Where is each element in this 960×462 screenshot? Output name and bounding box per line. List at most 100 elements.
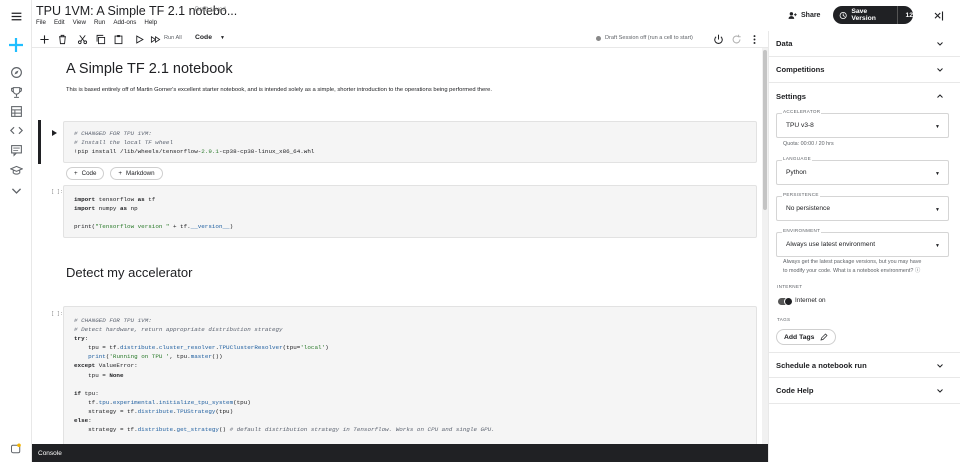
pencil-icon xyxy=(820,333,828,341)
add-code-label: Code xyxy=(81,170,97,177)
notifications-icon[interactable] xyxy=(10,442,22,454)
menu-edit[interactable]: Edit xyxy=(54,19,65,26)
session-status-text: Draft Session off (run a cell to start) xyxy=(605,35,693,41)
code-cell[interactable]: # CHANGED FOR TPU 1VM: # Detect hardware… xyxy=(63,306,757,444)
internet-label: INTERNET xyxy=(776,284,804,289)
persistence-select[interactable]: No persistence ▼ xyxy=(776,196,949,221)
restart-icon[interactable] xyxy=(730,33,742,45)
create-plus-icon[interactable] xyxy=(8,37,24,53)
persistence-label: PERSISTENCE xyxy=(782,192,820,197)
accelerator-label: ACCELERATOR xyxy=(782,109,822,114)
quota-text: Quota: 00:00 / 20 hrs xyxy=(783,141,834,147)
save-version-label: Save Version xyxy=(851,8,876,22)
share-button[interactable]: Share xyxy=(788,7,820,23)
settings-panel: Data Competitions Settings TPU v3-8 ▼ AC… xyxy=(768,31,960,462)
run-icon[interactable] xyxy=(133,33,145,45)
console-label: Console xyxy=(38,450,62,457)
code-content[interactable]: import tensorflow as tf import numpy as … xyxy=(64,195,756,231)
share-label: Share xyxy=(801,11,821,19)
environment-select[interactable]: Always use latest environment ▼ xyxy=(776,232,949,257)
environment-note-line2: to modify your code. What is a notebook … xyxy=(783,267,921,276)
close-panel-icon[interactable] xyxy=(932,9,944,21)
section-data[interactable]: Data xyxy=(769,31,960,57)
accelerator-select[interactable]: TPU v3-8 ▼ xyxy=(776,113,949,138)
persistence-value: No persistence xyxy=(786,205,830,212)
cut-icon[interactable] xyxy=(76,33,88,45)
fast-forward-icon[interactable] xyxy=(149,33,161,45)
intro-paragraph: This is based entirely off of Martin Gor… xyxy=(66,87,493,93)
run-cell-icon[interactable] xyxy=(50,124,58,136)
left-nav-rail xyxy=(0,0,32,462)
section-settings-label: Settings xyxy=(776,91,806,101)
trophy-icon[interactable] xyxy=(8,84,24,100)
environment-value: Always use latest environment xyxy=(786,241,876,248)
menu-addons[interactable]: Add-ons xyxy=(113,19,136,26)
add-markdown-button[interactable]: + Markdown xyxy=(110,167,163,180)
more-icon[interactable] xyxy=(748,33,760,45)
power-icon[interactable] xyxy=(712,33,724,45)
tags-label: TAGS xyxy=(776,317,792,322)
save-version-button[interactable]: Save Version 12 xyxy=(833,6,913,24)
add-tags-label: Add Tags xyxy=(784,333,815,341)
accelerator-value: TPU v3-8 xyxy=(786,122,814,129)
chevron-up-icon xyxy=(937,94,943,98)
section-data-label: Data xyxy=(776,39,793,48)
delete-icon[interactable] xyxy=(56,33,68,45)
scrollbar-thumb[interactable] xyxy=(763,50,767,210)
compass-icon[interactable] xyxy=(8,64,24,80)
add-cell-icon[interactable] xyxy=(38,33,50,45)
code-cell[interactable]: import tensorflow as tf import numpy as … xyxy=(63,185,757,238)
console-bar[interactable]: Console xyxy=(32,444,768,462)
environment-help-link[interactable]: to modify your code. What is a notebook … xyxy=(783,268,913,274)
notebook-heading: A Simple TF 2.1 notebook xyxy=(66,61,233,77)
version-count: 12 xyxy=(905,11,913,19)
cell-type-select[interactable]: Code ▼ xyxy=(195,34,225,41)
notebook-editor[interactable]: A Simple TF 2.1 notebook This is based e… xyxy=(32,48,762,444)
paste-icon[interactable] xyxy=(112,33,124,45)
table-icon[interactable] xyxy=(8,103,24,119)
notebook-header: TPU 1VM: A Simple TF 2.1 notebo... Draft… xyxy=(32,0,768,31)
environment-note-line1: Always get the latest package versions, … xyxy=(783,259,922,265)
copy-icon[interactable] xyxy=(94,33,106,45)
code-cell[interactable]: # CHANGED FOR TPU 1VM: # Install the loc… xyxy=(63,121,757,163)
code-content[interactable]: # CHANGED FOR TPU 1VM: # Detect hardware… xyxy=(64,316,756,434)
run-all-button[interactable]: Run All xyxy=(164,35,182,41)
code-icon[interactable] xyxy=(8,122,24,138)
chevron-down-icon xyxy=(937,389,943,393)
active-cell-indicator xyxy=(38,120,41,164)
section-settings[interactable]: Settings xyxy=(769,83,960,109)
section-code-help-label: Code Help xyxy=(776,386,814,395)
divider xyxy=(896,6,898,24)
caret-down-icon: ▼ xyxy=(935,243,940,249)
internet-status: Internet on xyxy=(795,297,826,304)
save-icon xyxy=(839,11,847,19)
menu-file[interactable]: File xyxy=(36,19,46,26)
chevron-down-icon[interactable] xyxy=(8,182,24,198)
caret-down-icon: ▼ xyxy=(935,171,940,177)
add-cell-row: + Code + Markdown xyxy=(66,167,163,180)
section-schedule-label: Schedule a notebook run xyxy=(776,360,867,370)
chevron-down-icon xyxy=(937,364,943,368)
code-content[interactable]: # CHANGED FOR TPU 1VM: # Install the loc… xyxy=(64,129,756,156)
add-tags-button[interactable]: Add Tags xyxy=(776,329,837,345)
header-actions: Share Save Version 12 xyxy=(768,0,960,31)
add-code-button[interactable]: + Code xyxy=(66,167,105,180)
menu-help[interactable]: Help xyxy=(144,19,157,26)
comments-icon[interactable] xyxy=(8,142,24,158)
cell-prompt: [ ]: xyxy=(51,189,64,195)
school-icon[interactable] xyxy=(8,162,24,178)
share-icon xyxy=(788,11,797,19)
toggle-knob xyxy=(784,297,793,306)
menu-icon[interactable] xyxy=(8,8,24,24)
menu-view[interactable]: View xyxy=(73,19,86,26)
internet-toggle[interactable] xyxy=(778,297,793,306)
chevron-down-icon xyxy=(937,42,943,46)
section-code-help[interactable]: Code Help xyxy=(769,378,960,404)
environment-note: Always get the latest package versions, … xyxy=(783,258,921,276)
status-dot xyxy=(596,35,601,41)
language-select[interactable]: Python ▼ xyxy=(776,160,949,185)
section-competitions[interactable]: Competitions xyxy=(769,57,960,83)
menu-run[interactable]: Run xyxy=(94,19,105,26)
section-heading: Detect my accelerator xyxy=(66,265,193,280)
section-schedule[interactable]: Schedule a notebook run xyxy=(769,352,960,378)
